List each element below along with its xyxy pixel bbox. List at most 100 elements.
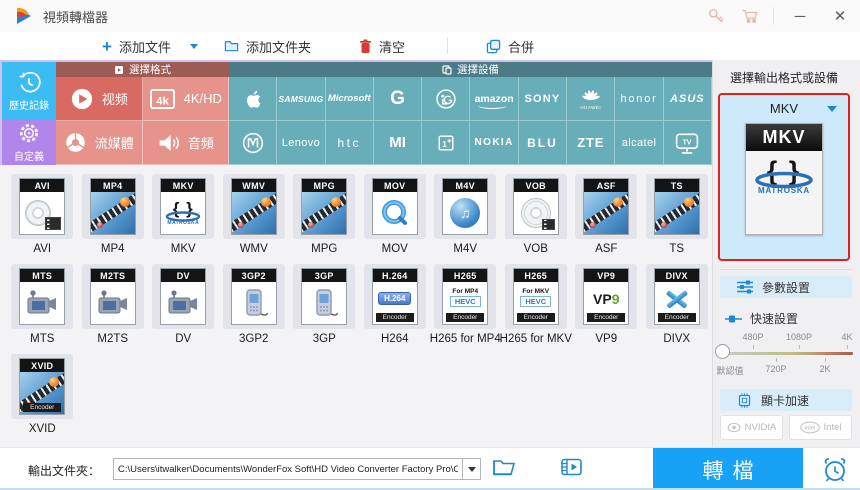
apple-logo [240,85,266,113]
device-htc[interactable]: htc [325,121,374,165]
gpu-acceleration-label: 顯卡加速 [761,393,810,408]
merge-button[interactable]: 合併 [486,37,534,56]
format-tab-音頻[interactable]: 音頻 [142,121,229,165]
format-card[interactable]: VP9 VP9 Encoder [575,264,638,329]
format-card[interactable]: 3GP [293,264,356,329]
sidebar-item-custom[interactable]: 自定義 [2,120,56,165]
add-files-button[interactable]: + 添加文件 [102,37,198,56]
format-card[interactable]: H265 For MKV HEVC Encoder [504,264,567,329]
sidebar-item-history[interactable]: 歷史記錄 [2,62,56,120]
format-card[interactable]: AVI [11,174,74,239]
output-path-field [113,458,481,480]
open-output-video-button[interactable] [560,457,583,482]
gpu-acceleration-button[interactable]: 顯卡加速 [720,389,852,411]
format-file-icon: MP4 [89,178,136,235]
device-alcatel[interactable]: alcatel [615,121,664,165]
parameter-settings-button[interactable]: 參數設置 [720,276,852,298]
format-card[interactable]: DIVX Encoder [645,264,708,329]
format-bar-label: M2TS [90,269,135,282]
format-card[interactable]: TS [645,174,708,239]
device-microsoft[interactable]: Microsoft [325,77,374,121]
device-mi[interactable]: MI [373,121,423,165]
add-files-caret-icon[interactable] [189,43,198,49]
format-file-icon: MPG [301,178,348,235]
close-button[interactable]: ✕ [820,0,860,32]
schedule-alarm-button[interactable] [810,448,860,490]
history-clock-icon [19,71,41,92]
svg-text:4k: 4k [156,95,169,107]
slider-label-default: 默認值 [716,366,744,376]
format-label: H265 for MKV [499,333,572,345]
slider-label-720p: 720P [765,364,787,374]
convert-button[interactable]: 轉檔 [653,448,803,490]
trash-icon [359,39,371,53]
device-sony[interactable]: SONY [518,77,568,121]
format-item-ts: TS TS [642,174,713,255]
format-label: DV [175,333,192,345]
format-card[interactable]: MP4 [81,174,144,239]
format-card[interactable]: H265 For MP4 HEVC Encoder [434,264,497,329]
format-card[interactable]: MKV{ } MATROŠKA [152,174,215,239]
format-header-icon [115,65,123,74]
encoder-badge: Encoder [446,313,485,322]
device-nokia[interactable]: NOKIA [470,121,519,165]
format-label: MP4 [100,243,125,255]
format-item-mpg: MPG MPG [289,174,360,255]
device-lenovo[interactable]: Lenovo [277,121,326,165]
format-card[interactable]: ASF [575,174,638,239]
format-card[interactable]: WMV [222,174,285,239]
device-huawei[interactable]: HUAWEI [567,77,616,121]
intel-button[interactable]: intel Intel [789,415,852,440]
format-card[interactable]: XVID Encoder [11,354,74,419]
device-label: BLU [527,135,558,150]
slider-handle[interactable] [715,344,730,359]
device-oneplus[interactable]: 1 [422,121,471,165]
device-honor[interactable]: honor [615,77,664,121]
device-label: alcatel [621,136,657,149]
format-tab-流媒體[interactable]: 流媒體 [56,121,143,165]
register-key-icon[interactable] [699,0,733,32]
format-card[interactable]: VOB [504,174,567,239]
format-card[interactable]: 3GP2 [222,264,285,329]
device-tv[interactable]: TV [663,121,712,165]
format-bar-label: M4V [443,179,488,192]
format-card[interactable]: MPG [293,174,356,239]
format-label: MOV [381,243,408,255]
device-samsung[interactable]: SAMSUNG [277,77,326,121]
mkv-format-icon[interactable]: MKV { } MATROŠKA [745,123,823,235]
format-card[interactable]: MTS [11,264,74,329]
output-path-input[interactable] [114,459,462,479]
cart-icon[interactable] [733,0,767,32]
device-apple[interactable] [229,77,278,121]
device-asus[interactable]: ASUS [663,77,712,121]
format-label: 3GP [312,333,336,345]
device-motorola[interactable] [229,121,278,165]
device-amazon[interactable]: amazon [470,77,519,121]
window-title: 視頻轉檔器 [43,9,109,25]
format-card[interactable]: MOV [363,174,426,239]
format-card[interactable]: H.264 H.264 Encoder [363,264,426,329]
format-card[interactable]: M2TS [81,264,144,329]
clear-button[interactable]: 清空 [359,37,405,56]
format-label: DIVX [663,333,691,345]
device-lg[interactable] [422,77,471,121]
titlebar: 視頻轉檔器 ─ ✕ [0,0,860,33]
nvidia-button[interactable]: NVIDIA [720,415,783,440]
format-item-h265-for-mp4: H265 For MP4 HEVC Encoder H265 for MP4 [430,264,501,345]
format-label: MPG [311,243,338,255]
add-folder-button[interactable]: 添加文件夹 [224,37,311,56]
format-tab-4K/HD[interactable]: 4k 4K/HD [142,77,229,121]
format-item-h265-for-mkv: H265 For MKV HEVC Encoder H265 for MKV [499,264,572,345]
device-blu[interactable]: BLU [518,121,568,165]
format-card[interactable]: M4V ♫ [434,174,497,239]
device-g[interactable]: G [373,77,423,121]
device-zte[interactable]: ZTE [567,121,616,165]
format-select-caret-icon[interactable] [827,106,837,112]
slider-track[interactable] [721,352,853,355]
open-folder-button[interactable] [492,457,516,482]
format-card[interactable]: DV [152,264,215,329]
format-bar-label: MPG [302,179,347,192]
output-path-dropdown[interactable] [462,459,480,479]
minimize-button[interactable]: ─ [780,0,820,32]
format-tab-视频[interactable]: 视频 [56,77,143,121]
